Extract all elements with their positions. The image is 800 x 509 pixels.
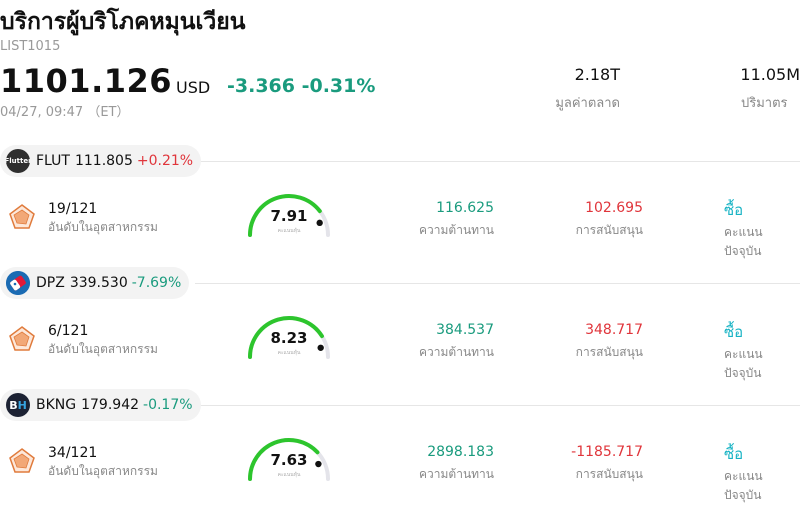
industry-rank: 34/121 xyxy=(48,445,98,461)
resistance-value: 116.625 xyxy=(436,200,494,216)
domino-logo-icon xyxy=(6,271,30,295)
change-percent: -0.31% xyxy=(301,75,376,97)
resistance-label: ความต้านทาน xyxy=(419,223,494,237)
resistance-value: 2898.183 xyxy=(427,444,494,460)
stock-score-label: คะแนนหุ้น xyxy=(277,228,301,234)
stock-tag[interactable]: BH BKNG 179.942 -0.17% xyxy=(0,389,201,421)
current-rating-label: คะแนนปัจจุบัน xyxy=(724,469,763,502)
support-label: การสนับสนุน xyxy=(575,345,643,359)
pentagon-rank-icon xyxy=(9,204,35,229)
support-value: 348.717 xyxy=(585,322,643,338)
volume-value: 11.05M xyxy=(740,65,800,84)
support-value: -1185.717 xyxy=(571,444,643,460)
resistance-label: ความต้านทาน xyxy=(419,345,494,359)
stock-score-label: คะแนนหุ้น xyxy=(277,472,301,478)
stock-symbol: DPZ xyxy=(36,275,65,291)
stock-symbol: FLUT xyxy=(36,153,70,169)
stock-change-percent: -7.69% xyxy=(131,275,182,291)
pentagon-rank-icon xyxy=(9,448,35,473)
index-price: 1101.126 xyxy=(0,62,173,100)
price-change: -3.366 -0.31% xyxy=(227,75,375,97)
current-rating-label: คะแนนปัจจุบัน xyxy=(724,347,763,380)
stock-score-label: คะแนนหุ้น xyxy=(277,350,301,356)
stock-symbol: BKNG xyxy=(36,397,77,413)
industry-rank: 19/121 xyxy=(48,201,98,217)
current-rating-label: คะแนนปัจจุบัน xyxy=(724,225,763,258)
currency-label: USD xyxy=(176,78,211,97)
stock-price: 339.530 xyxy=(69,275,128,291)
stock-tag[interactable]: DPZ 339.530 -7.69% xyxy=(0,267,190,299)
stock-tag[interactable]: Flutter FLUT 111.805 +0.21% xyxy=(0,145,202,177)
stock-price: 111.805 xyxy=(74,153,133,169)
rating-buy[interactable]: ซื้อ xyxy=(724,442,743,466)
stock-change-percent: -0.17% xyxy=(143,397,193,413)
flutter-logo-icon: Flutter xyxy=(6,149,30,173)
stock-row[interactable]: BH BKNG 179.942 -0.17% 34/121 อันดับในอุ… xyxy=(0,389,800,509)
support-label: การสนับสนุน xyxy=(575,223,643,237)
stock-score: 8.23 xyxy=(270,329,308,347)
section-divider xyxy=(195,283,800,284)
industry-rank: 6/121 xyxy=(48,323,89,339)
industry-rank-label: อันดับในอุตสาหกรรม xyxy=(48,464,158,478)
stock-row[interactable]: Flutter FLUT 111.805 +0.21% 19/121 อันดั… xyxy=(0,145,800,265)
industry-rank-label: อันดับในอุตสาหกรรม xyxy=(48,342,158,356)
market-cap-value: 2.18T xyxy=(574,65,620,84)
market-cap-label: มูลค่าตลาด xyxy=(555,96,620,111)
rating-buy[interactable]: ซื้อ xyxy=(724,320,743,344)
timestamp: 04/27, 09:47 （ET） xyxy=(0,105,130,120)
volume-label: ปริมาตร xyxy=(741,96,788,111)
booking-logo-icon: BH xyxy=(6,393,30,417)
stock-score: 7.91 xyxy=(270,207,308,225)
resistance-value: 384.537 xyxy=(436,322,494,338)
support-label: การสนับสนุน xyxy=(575,467,643,481)
industry-rank-label: อันดับในอุตสาหกรรม xyxy=(48,220,158,234)
change-value: -3.366 xyxy=(227,75,295,97)
section-divider xyxy=(195,405,800,406)
page-title: บริการผู้บริโภคหมุนเวียน xyxy=(0,9,246,35)
rating-buy[interactable]: ซื้อ xyxy=(724,198,743,222)
stock-change-percent: +0.21% xyxy=(136,153,194,169)
stock-row[interactable]: DPZ 339.530 -7.69% 6/121 อันดับในอุตสาหก… xyxy=(0,267,800,387)
support-value: 102.695 xyxy=(585,200,643,216)
resistance-label: ความต้านทาน xyxy=(419,467,494,481)
stock-score: 7.63 xyxy=(270,451,308,469)
list-code: LIST1015 xyxy=(0,39,61,54)
section-divider xyxy=(195,161,800,162)
pentagon-rank-icon xyxy=(9,326,35,351)
stock-price: 179.942 xyxy=(81,397,140,413)
